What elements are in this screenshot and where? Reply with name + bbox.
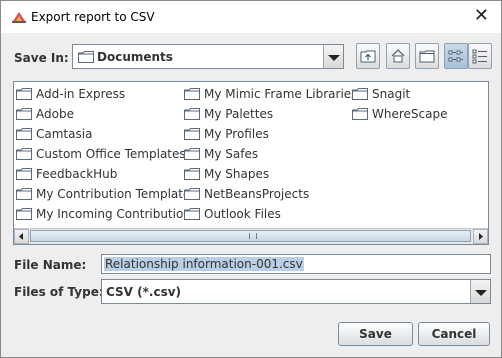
- folder-item-label: My Shapes: [204, 167, 270, 181]
- folder-item-label: My Safes: [204, 147, 259, 161]
- new-folder-icon: [419, 50, 435, 63]
- details-view-button[interactable]: [468, 43, 492, 69]
- folder-item-label: NetBeansProjects: [204, 187, 310, 201]
- folder-item-label: Add-in Express: [36, 87, 126, 101]
- list-view-icon: [448, 50, 463, 62]
- folder-item-label: My Incoming Contributions: [36, 207, 198, 221]
- up-one-level-button[interactable]: [356, 43, 380, 69]
- folder-item-label: Adobe: [36, 107, 74, 121]
- save-in-combobox[interactable]: Documents: [72, 44, 344, 69]
- scroll-left-button[interactable]: [14, 229, 29, 244]
- details-view-icon: [472, 49, 487, 64]
- folder-icon: [16, 188, 32, 200]
- scroll-right-button[interactable]: [473, 229, 488, 244]
- java-app-icon: [12, 12, 26, 23]
- save-in-value: Documents: [97, 50, 173, 64]
- new-folder-button[interactable]: [415, 43, 439, 69]
- save-in-dropdown-button[interactable]: [323, 45, 343, 68]
- folder-icon: [352, 108, 368, 120]
- folder-icon: [78, 51, 94, 63]
- folder-icon: [184, 108, 200, 120]
- folder-icon: [184, 168, 200, 180]
- folder-icon: [184, 148, 200, 160]
- chevron-left-icon: [19, 233, 23, 240]
- folder-icon: [16, 168, 32, 180]
- folder-icon: [16, 148, 32, 160]
- close-icon[interactable]: ✕: [474, 6, 489, 26]
- folder-item-label: Camtasia: [36, 127, 93, 141]
- folder-item-label: Snagit: [372, 87, 411, 101]
- file-list[interactable]: Add-in Express Adobe Camtasia Custom Office…: [13, 81, 489, 245]
- window-title: Export report to CSV: [31, 10, 155, 24]
- chevron-down-icon: [475, 290, 487, 296]
- folder-item-label: My Mimic Frame Libraries: [204, 87, 358, 101]
- save-button[interactable]: Save: [338, 322, 413, 346]
- folder-icon: [184, 208, 200, 220]
- file-name-label: File Name:: [14, 258, 87, 272]
- folder-icon: [184, 88, 200, 100]
- file-type-value: CSV (*.csv): [106, 285, 182, 299]
- file-name-input[interactable]: Relationship information-001.csv: [101, 254, 491, 274]
- file-type-combobox[interactable]: CSV (*.csv): [101, 279, 491, 304]
- file-type-label: Files of Type:: [14, 285, 104, 299]
- chevron-right-icon: [479, 233, 483, 240]
- file-name-value: Relationship information-001.csv: [104, 257, 304, 271]
- folder-icon: [16, 128, 32, 140]
- save-in-label: Save In:: [14, 51, 69, 65]
- up-one-level-icon: [360, 50, 376, 63]
- home-icon: [391, 49, 405, 63]
- folder-item-label: FeedbackHub: [36, 167, 118, 181]
- folder-icon: [352, 88, 368, 100]
- export-dialog: Export report to CSV ✕ Save In: Document…: [0, 0, 502, 358]
- cancel-button[interactable]: Cancel: [418, 322, 490, 346]
- folder-icon: [184, 128, 200, 140]
- folder-item-label: Outlook Files: [204, 207, 281, 221]
- scrollbar-thumb[interactable]: [30, 230, 471, 242]
- folder-item-label: My Profiles: [204, 127, 269, 141]
- folder-item-label: My Contribution Templates: [36, 187, 197, 201]
- horizontal-scrollbar[interactable]: [14, 228, 488, 244]
- folder-icon: [184, 188, 200, 200]
- home-button[interactable]: [386, 43, 410, 69]
- scrollbar-grip: [249, 233, 257, 239]
- file-type-dropdown-button[interactable]: [470, 280, 490, 303]
- chevron-down-icon: [328, 55, 340, 61]
- folder-icon: [16, 88, 32, 100]
- list-view-button[interactable]: [444, 43, 468, 69]
- title-bar: Export report to CSV ✕: [1, 1, 501, 33]
- folder-item-label: My Palettes: [204, 107, 274, 121]
- folder-item-label: Custom Office Templates: [36, 147, 186, 161]
- folder-icon: [16, 108, 32, 120]
- folder-icon: [16, 208, 32, 220]
- folder-item-label: WhereScape: [372, 107, 448, 121]
